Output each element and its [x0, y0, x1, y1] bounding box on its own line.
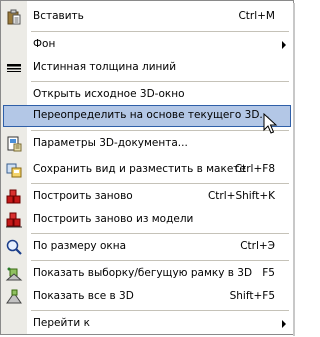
menu-item-background[interactable]: Фон	[3, 34, 291, 56]
menu-item-shortcut: Ctrl+Shift+K	[207, 190, 275, 202]
menu-item-shortcut: F5	[262, 267, 275, 279]
menu-item-label: Истинная толщина линий	[33, 61, 177, 73]
rebuild-from-model-icon	[5, 211, 23, 229]
menu-item-label: Перейти к	[33, 317, 90, 329]
menu-item-shortcut: Shift+F5	[229, 290, 275, 302]
fit-window-icon	[5, 238, 23, 256]
menu-item-shortcut: Ctrl+Э	[240, 240, 275, 252]
menu-item-save-view-place-layout[interactable]: Сохранить вид и разместить в макете Ctrl…	[3, 159, 291, 181]
paste-icon	[5, 8, 23, 26]
separator	[31, 183, 289, 184]
document-settings-icon	[5, 135, 23, 153]
menu-item-label: По размеру окна	[33, 240, 127, 252]
menu-item-label: Параметры 3D-документа...	[33, 137, 188, 149]
menu-item-redefine-from-current-3d[interactable]: Переопределить на основе текущего 3D...	[3, 105, 291, 127]
menu-item-label: Вставить	[33, 10, 84, 22]
separator	[31, 81, 289, 82]
separator	[31, 130, 289, 131]
menu-item-rebuild[interactable]: Построить заново Ctrl+Shift+K	[3, 186, 291, 208]
menu-item-fit-to-window[interactable]: По размеру окна Ctrl+Э	[3, 236, 291, 258]
separator	[31, 31, 289, 32]
menu-item-open-source-3d-window[interactable]: Открыть исходное 3D-окно	[3, 84, 291, 106]
save-view-icon	[5, 161, 23, 179]
submenu-arrow-icon	[282, 41, 286, 49]
menu-item-label: Открыть исходное 3D-окно	[33, 88, 185, 100]
menu-item-label: Показать выборку/бегущую рамку в 3D	[33, 267, 253, 279]
menu-item-rebuild-from-model[interactable]: Построить заново из модели	[3, 209, 291, 231]
separator	[31, 233, 289, 234]
menu-item-label: Переопределить на основе текущего 3D...	[33, 109, 270, 121]
menu-item-paste[interactable]: Вставить Ctrl+M	[3, 6, 291, 28]
line-weight-icon	[5, 59, 23, 77]
menu-item-label: Фон	[33, 38, 56, 50]
menu-item-3d-document-settings[interactable]: Параметры 3D-документа...	[3, 133, 291, 155]
submenu-arrow-icon	[282, 320, 286, 328]
menu-item-shortcut: Ctrl+M	[238, 10, 275, 22]
separator	[31, 310, 289, 311]
menu-item-true-line-weight[interactable]: Истинная толщина линий	[3, 57, 291, 79]
menu-item-shortcut: Ctrl+F8	[234, 163, 275, 175]
menu-item-label: Построить заново из модели	[33, 213, 194, 225]
rebuild-icon	[5, 188, 23, 206]
menu-item-label: Сохранить вид и разместить в макете	[33, 163, 246, 175]
show-all-3d-icon	[5, 288, 23, 306]
menu-item-label: Показать все в 3D	[33, 290, 134, 302]
separator	[31, 260, 289, 261]
show-selection-3d-icon	[5, 265, 23, 283]
menu-item-show-selection-in-3d[interactable]: Показать выборку/бегущую рамку в 3D F5	[3, 263, 291, 285]
menu-item-label: Построить заново	[33, 190, 133, 202]
context-menu: Вставить Ctrl+M Фон Истинная толщина лин…	[0, 0, 295, 336]
menu-item-go-to[interactable]: Перейти к	[3, 313, 291, 335]
menu-item-show-all-in-3d[interactable]: Показать все в 3D Shift+F5	[3, 286, 291, 308]
mouse-pointer-icon	[263, 112, 279, 135]
